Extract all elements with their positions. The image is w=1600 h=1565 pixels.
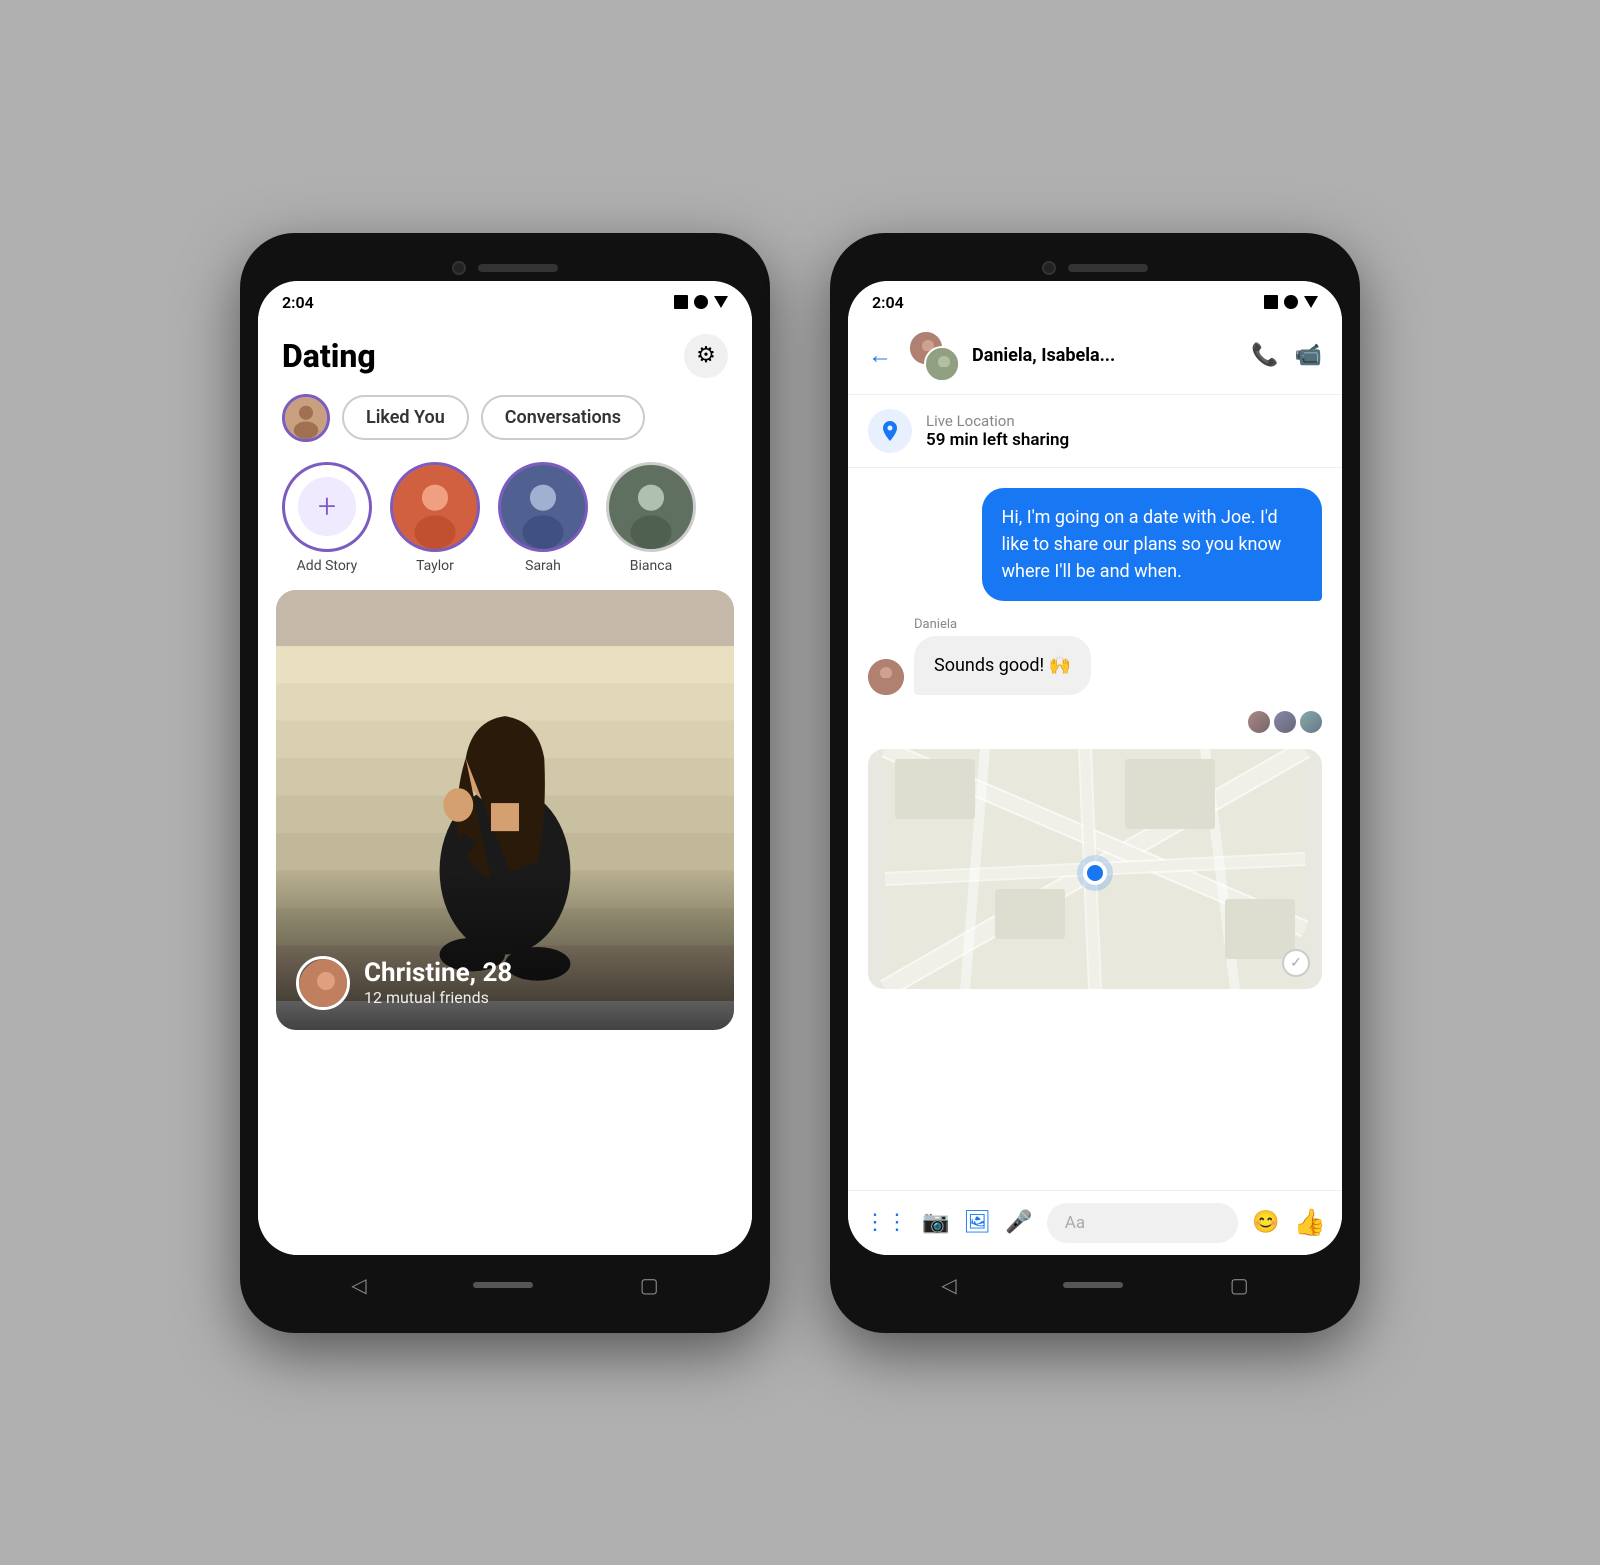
signal-icon-2	[1284, 295, 1298, 309]
add-story-label: Add Story	[297, 558, 358, 574]
signal-icon	[694, 295, 708, 309]
back-arrow-button[interactable]: ←	[868, 341, 892, 370]
emoji-icon[interactable]: 😊	[1252, 1210, 1279, 1235]
back-nav-button-2[interactable]: ◁	[941, 1273, 956, 1297]
status-time-messenger: 2:04	[872, 293, 904, 312]
live-location-subtitle: 59 min left sharing	[926, 430, 1069, 450]
seen-avatar-3	[1300, 711, 1322, 733]
home-nav-button-2[interactable]	[1063, 1282, 1123, 1288]
dating-profile-card[interactable]: Christine, 28 12 mutual friends	[276, 590, 734, 1030]
status-bar-dating: 2:04	[258, 281, 752, 318]
conversation-avatar-group	[908, 330, 960, 382]
message-text-input[interactable]: Aa	[1047, 1203, 1238, 1243]
story-circle-taylor[interactable]	[390, 462, 480, 552]
recent-nav-button-2[interactable]: ▢	[1230, 1273, 1249, 1297]
user-avatar-tab[interactable]	[282, 394, 330, 442]
card-profile-info: Christine, 28 12 mutual friends	[296, 956, 512, 1010]
conversation-name: Daniela, Isabela...	[972, 345, 1239, 366]
live-location-map-card[interactable]: ✓	[868, 749, 1322, 989]
story-item-taylor[interactable]: Taylor	[390, 462, 480, 574]
live-location-banner[interactable]: Live Location 59 min left sharing	[848, 395, 1342, 468]
location-icon	[868, 409, 912, 453]
speaker-grille	[478, 264, 558, 272]
dating-header: Dating ⚙	[258, 318, 752, 386]
messenger-header: ←	[848, 318, 1342, 395]
story-item-add[interactable]: + Add Story	[282, 462, 372, 574]
seen-avatar-2	[1274, 711, 1296, 733]
story-item-sarah[interactable]: Sarah	[498, 462, 588, 574]
status-bar-messenger: 2:04	[848, 281, 1342, 318]
story-label-sarah: Sarah	[525, 558, 561, 574]
back-nav-button[interactable]: ◁	[351, 1273, 366, 1297]
wifi-icon-2	[1304, 296, 1318, 308]
front-camera-2	[1042, 261, 1056, 275]
gear-icon: ⚙	[696, 343, 716, 368]
messenger-action-icons: 📞 📹	[1251, 343, 1322, 368]
location-text: Live Location 59 min left sharing	[926, 412, 1069, 450]
message-incoming-wrapper: Daniela Sounds good! 🙌	[868, 617, 1322, 695]
speaker-grille-2	[1068, 264, 1148, 272]
incoming-avatar	[868, 659, 904, 695]
apps-icon[interactable]: ⋮⋮	[864, 1210, 908, 1235]
video-call-button[interactable]: 📹	[1295, 343, 1322, 368]
chat-message-area[interactable]: Hi, I'm going on a date with Joe. I'd li…	[848, 468, 1342, 1190]
dating-tabs-row: Liked You Conversations	[258, 386, 752, 454]
card-text-block: Christine, 28 12 mutual friends	[364, 958, 512, 1007]
add-story-plus: +	[298, 477, 357, 536]
seen-avatar-1	[1248, 711, 1270, 733]
battery-icon	[674, 295, 688, 309]
stories-row: + Add Story Taylor	[258, 454, 752, 590]
battery-icon-2	[1264, 295, 1278, 309]
card-profile-avatar	[296, 956, 350, 1010]
mic-icon[interactable]: 🎤	[1005, 1210, 1032, 1235]
card-person-name: Christine, 28	[364, 958, 512, 988]
dating-title: Dating	[282, 337, 376, 375]
status-icons-dating	[674, 295, 728, 309]
front-camera	[452, 261, 466, 275]
camera-icon[interactable]: 📷	[922, 1210, 949, 1235]
seen-by-row	[868, 711, 1322, 733]
conversations-tab[interactable]: Conversations	[481, 395, 645, 440]
sender-label: Daniela	[868, 617, 1322, 632]
message-incoming-1: Sounds good! 🙌	[868, 636, 1322, 695]
status-icons-messenger	[1264, 295, 1318, 309]
message-bubble-incoming-1: Sounds good! 🙌	[914, 636, 1091, 695]
story-item-bianca[interactable]: Bianca	[606, 462, 696, 574]
live-location-title: Live Location	[926, 412, 1069, 430]
add-story-circle[interactable]: +	[282, 462, 372, 552]
map-checkmark-icon: ✓	[1282, 949, 1310, 977]
card-person-sub: 12 mutual friends	[364, 988, 512, 1007]
android-nav-bar-messenger: ◁ ▢	[848, 1255, 1342, 1315]
avatar-isabela	[924, 346, 960, 382]
story-label-taylor: Taylor	[416, 558, 454, 574]
phone-dating: 2:04 Dating ⚙	[240, 233, 770, 1333]
recent-nav-button[interactable]: ▢	[640, 1273, 659, 1297]
voice-call-button[interactable]: 📞	[1251, 343, 1278, 368]
home-nav-button[interactable]	[473, 1282, 533, 1288]
wifi-icon	[714, 296, 728, 308]
liked-you-tab[interactable]: Liked You	[342, 395, 469, 440]
settings-button[interactable]: ⚙	[684, 334, 728, 378]
story-label-bianca: Bianca	[630, 558, 672, 574]
status-time-dating: 2:04	[282, 293, 314, 312]
message-outgoing-1: Hi, I'm going on a date with Joe. I'd li…	[982, 488, 1323, 601]
dating-app-screen: Dating ⚙ Liked You Conve	[258, 318, 752, 1255]
like-send-button[interactable]: 👍	[1294, 1208, 1326, 1238]
phone-messenger: 2:04 ←	[830, 233, 1360, 1333]
conversation-name-block: Daniela, Isabela...	[972, 345, 1239, 366]
story-circle-sarah[interactable]	[498, 462, 588, 552]
android-nav-bar-dating: ◁ ▢	[258, 1255, 752, 1315]
story-circle-bianca[interactable]	[606, 462, 696, 552]
chat-input-bar[interactable]: ⋮⋮ 📷 🖼 🎤 Aa 😊 👍	[848, 1190, 1342, 1255]
messenger-app-screen: ←	[848, 318, 1342, 1255]
gallery-icon[interactable]: 🖼	[963, 1210, 991, 1235]
location-dot	[1083, 861, 1107, 885]
